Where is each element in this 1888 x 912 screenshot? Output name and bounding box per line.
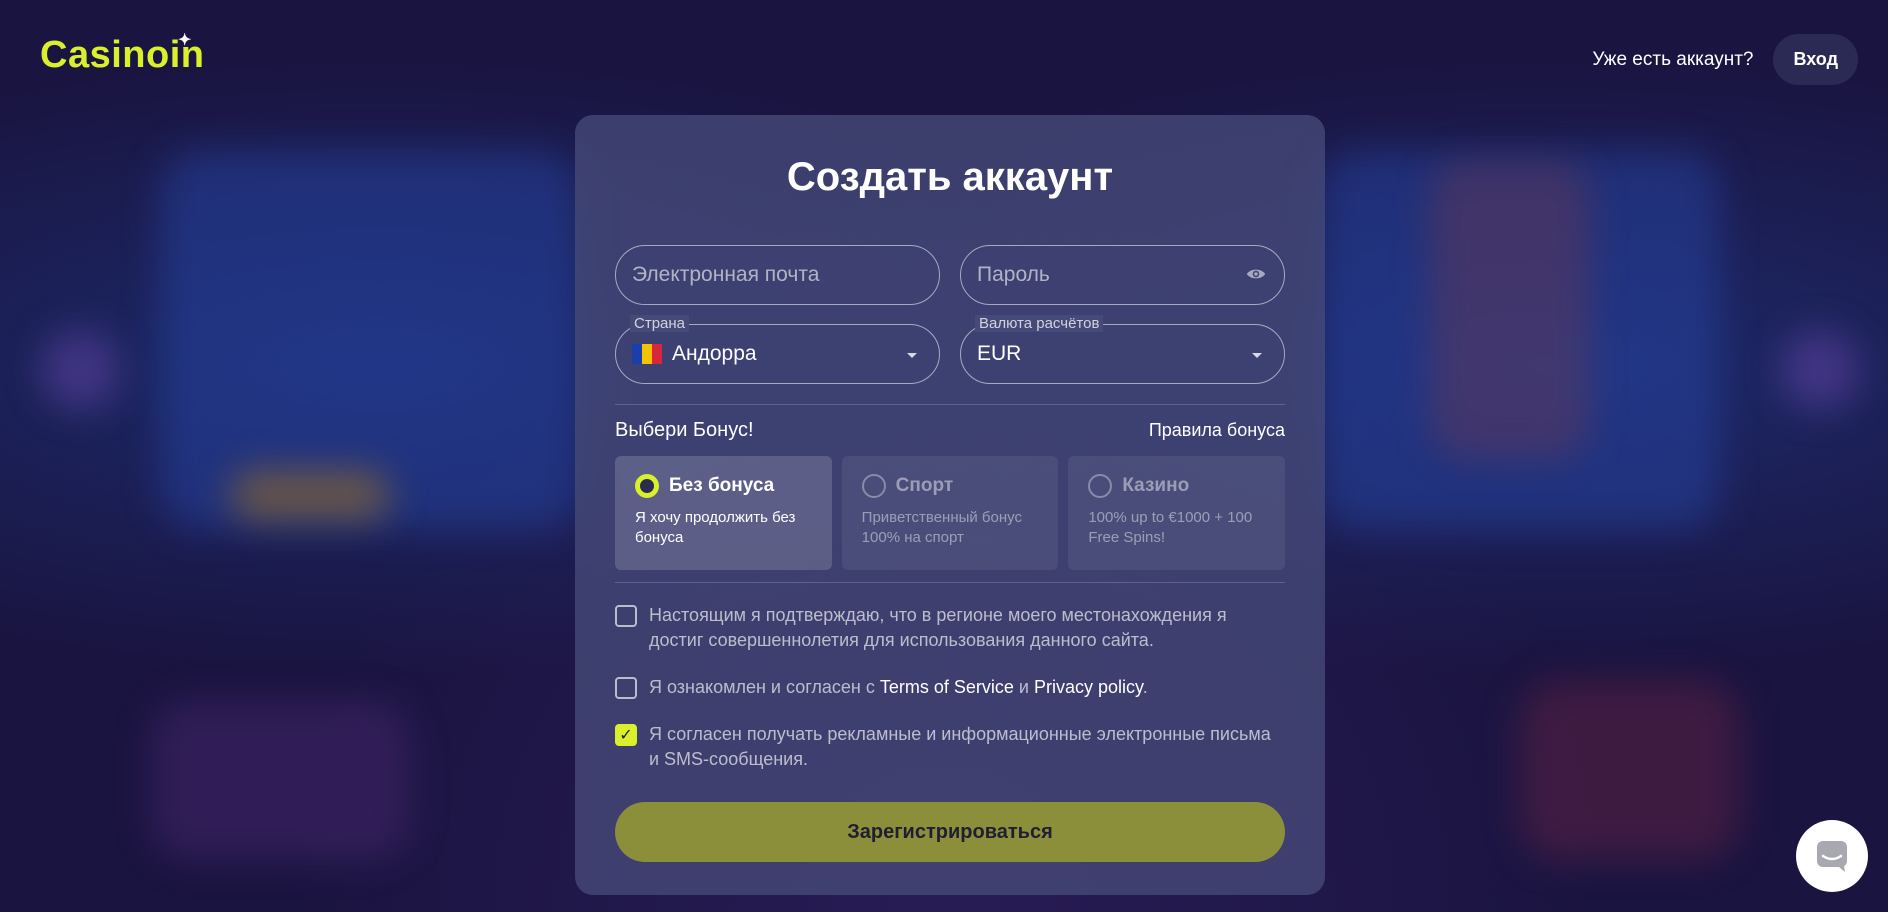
terms-of-service-link[interactable]: Terms of Service	[880, 677, 1014, 697]
country-value: Андорра	[672, 342, 757, 365]
privacy-policy-link[interactable]: Privacy policy	[1034, 677, 1143, 697]
bonus-desc: Приветственный бонус 100% на спорт	[861, 509, 1022, 546]
marketing-checkbox[interactable]: ✓	[615, 724, 637, 746]
age-consent: Настоящим я подтверждаю, что в регионе м…	[615, 603, 1285, 653]
currency-select[interactable]: Валюта расчётов EUR	[960, 315, 1285, 384]
chat-widget-button[interactable]	[1796, 820, 1868, 892]
currency-value: EUR	[977, 342, 1022, 365]
registration-card: Создать аккаунт Электронная почта Пароль…	[575, 115, 1325, 895]
divider	[615, 582, 1285, 583]
terms-suffix: .	[1142, 677, 1148, 697]
bonus-title: Казино	[1122, 475, 1190, 496]
sparkle-icon: ✦	[178, 32, 192, 49]
terms-and: и	[1018, 677, 1029, 697]
marketing-consent-text: Я согласен получать рекламные и информац…	[649, 724, 1271, 769]
eye-icon[interactable]	[1246, 264, 1266, 284]
casinoin-logo[interactable]: Casinoin ✦	[40, 32, 204, 77]
chevron-down-icon	[1252, 353, 1262, 358]
bonus-title: Спорт	[895, 475, 954, 496]
country-label: Страна	[630, 315, 690, 332]
andorra-flag-icon	[632, 344, 662, 364]
page-title: Создать аккаунт	[786, 155, 1114, 199]
header-account-area: Уже есть аккаунт? Вход	[1592, 34, 1858, 85]
login-button[interactable]: Вход	[1773, 34, 1858, 85]
bonus-option-none[interactable]: Без бонуса Я хочу продолжить без бонуса	[615, 456, 832, 570]
terms-checkbox[interactable]	[615, 677, 637, 699]
bonus-option-casino[interactable]: Казино 100% up to €1000 + 100 Free Spins…	[1068, 456, 1286, 570]
bonus-desc: 100% up to €1000 + 100 Free Spins!	[1088, 509, 1253, 546]
email-field[interactable]: Электронная почта	[615, 245, 940, 305]
radio-icon	[861, 474, 886, 498]
password-placeholder: Пароль	[977, 263, 1050, 286]
bonus-title: Без бонуса	[669, 475, 775, 496]
have-account-text: Уже есть аккаунт?	[1592, 48, 1754, 70]
radio-selected-icon	[635, 474, 659, 498]
bonus-heading: Выбери Бонус!	[615, 419, 754, 441]
email-placeholder: Электронная почта	[632, 263, 820, 286]
radio-icon	[1088, 474, 1113, 498]
age-consent-text: Настоящим я подтверждаю, что в регионе м…	[649, 605, 1227, 650]
terms-prefix: Я ознакомлен и согласен с	[649, 677, 875, 697]
chat-icon	[1817, 841, 1847, 872]
bonus-rules-link[interactable]: Правила бонуса	[1149, 420, 1285, 441]
currency-label: Валюта расчётов	[975, 315, 1104, 332]
age-checkbox[interactable]	[615, 605, 637, 627]
country-select[interactable]: Страна Андорра	[615, 315, 940, 384]
divider	[615, 404, 1285, 405]
bonus-desc: Я хочу продолжить без бонуса	[635, 509, 796, 546]
bonus-options: Без бонуса Я хочу продолжить без бонуса …	[615, 456, 1286, 570]
chevron-down-icon	[907, 353, 917, 358]
marketing-consent: ✓ Я согласен получать рекламные и информ…	[615, 722, 1285, 772]
terms-consent: Я ознакомлен и согласен с Terms of Servi…	[615, 675, 1285, 700]
register-button[interactable]: Зарегистрироваться	[615, 802, 1285, 862]
bonus-option-sport[interactable]: Спорт Приветственный бонус 100% на спорт	[841, 456, 1059, 570]
password-field[interactable]: Пароль	[960, 245, 1285, 305]
